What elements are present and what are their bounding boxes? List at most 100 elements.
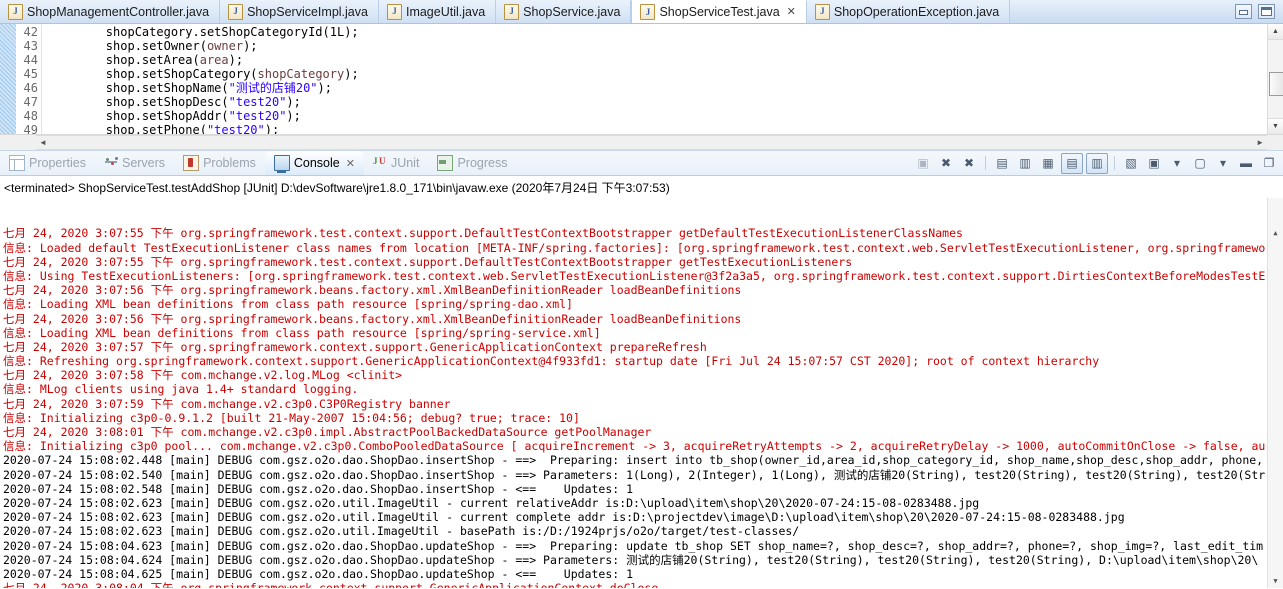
pin-console-icon-glyph: ▧ — [1125, 156, 1137, 170]
console-line-err: 信息: Refreshing org.springframework.conte… — [3, 354, 1100, 369]
scroll-left-icon[interactable]: ◄ — [39, 138, 47, 147]
code-token-plain: ); — [264, 123, 280, 134]
display-selected-console-dropdown-icon[interactable]: ▾ — [1167, 154, 1187, 173]
console-scroll-down-icon[interactable]: ▼ — [1268, 574, 1283, 588]
remove-all-terminated-icon-glyph: ✖ — [963, 156, 975, 170]
view-tab-servers[interactable]: Servers — [95, 151, 174, 175]
view-tab-bar: Properties Servers Problems Console ✕ JUnit Pr… — [0, 150, 1283, 176]
scroll-up-icon[interactable]: ▲ — [1268, 24, 1283, 40]
minimize-view-icon[interactable]: ▬ — [1236, 154, 1256, 173]
code-editor[interactable]: 42 43 44 45 46 47 48 49 shopCategory.setShopCat… — [0, 24, 1283, 134]
console-scroll-up-icon[interactable]: ▲ — [1268, 226, 1283, 240]
console-line-err: 信息: Loading XML bean definitions from cl… — [3, 297, 573, 312]
source-code-text[interactable]: shopCategory.setShopCategoryId(1L); shop… — [42, 24, 1283, 134]
scroll-lock-icon-glyph: ▥ — [1019, 156, 1031, 170]
editor-scroll-thumb[interactable] — [1269, 72, 1283, 96]
console-line-err: 七月 24, 2020 3:07:57 下午 org.springframewo… — [3, 339, 707, 354]
view-tab-close-icon[interactable]: ✕ — [346, 157, 355, 170]
show-console-on-error-icon[interactable]: ▥ — [1086, 152, 1108, 174]
console-line-err: 七月 24, 2020 3:07:55 下午 org.springframewo… — [3, 226, 963, 241]
editor-tab-label: ShopServiceImpl.java — [247, 4, 368, 19]
word-wrap-icon[interactable]: ▦ — [1038, 154, 1058, 173]
editor-tab-label: ShopOperationException.java — [833, 4, 1000, 19]
editor-tab-close-icon[interactable]: ✕ — [787, 6, 796, 18]
java-file-icon: J — [386, 3, 402, 20]
editor-tab-shopserviceimpl[interactable]: J ShopServiceImpl.java — [220, 0, 379, 23]
editor-tab-shopmanagementcontroller[interactable]: J ShopManagementController.java — [0, 0, 221, 23]
code-line[interactable]: shop.setArea(area); — [48, 53, 1283, 67]
minimize-view-icon-glyph: ▬ — [1240, 156, 1252, 170]
line-number: 48 — [23, 109, 38, 123]
code-token-plain: ); — [344, 67, 359, 81]
folding-strip — [0, 24, 16, 134]
maximize-view-icon[interactable]: ❐ — [1259, 154, 1279, 173]
word-wrap-icon-glyph: ▦ — [1042, 156, 1054, 170]
view-tab-progress[interactable]: Progress — [428, 151, 516, 175]
line-number: 43 — [23, 39, 38, 53]
properties-icon — [9, 155, 25, 171]
open-console-icon[interactable]: ▢ — [1190, 154, 1210, 173]
code-token-param: area — [199, 53, 229, 67]
view-tab-properties[interactable]: Properties — [0, 151, 95, 175]
maximize-icon[interactable] — [1258, 4, 1275, 19]
view-tab-label: JUnit — [390, 156, 420, 170]
remove-launch-icon[interactable]: ✖ — [936, 154, 956, 173]
view-tab-junit[interactable]: JUnit — [364, 151, 428, 175]
console-line-err: 七月 24, 2020 3:07:58 下午 com.mchange.v2.lo… — [3, 368, 403, 383]
code-line[interactable]: shopCategory.setShopCategoryId(1L); — [48, 25, 1283, 39]
editor-tab-imageutil[interactable]: J ImageUtil.java — [378, 0, 497, 23]
pin-console-icon[interactable]: ▧ — [1121, 154, 1141, 173]
view-tab-label: Properties — [29, 156, 86, 170]
line-number-gutter: 42 43 44 45 46 47 48 49 — [16, 24, 42, 134]
junit-icon — [373, 156, 387, 170]
console-line-err: 七月 24, 2020 3:07:59 下午 com.mchange.v2.c3… — [3, 396, 451, 411]
view-tab-label: Problems — [203, 156, 256, 170]
display-selected-console-icon[interactable]: ▣ — [1144, 154, 1164, 173]
code-line[interactable]: shop.setOwner(owner); — [48, 39, 1283, 53]
open-console-dropdown-icon-glyph: ▾ — [1219, 156, 1227, 170]
progress-icon — [437, 155, 454, 171]
console-line-err: 信息: Using TestExecutionListeners: [org.s… — [3, 268, 1266, 283]
code-token-plain: shop.setArea( — [48, 53, 200, 67]
view-tab-problems[interactable]: Problems — [174, 151, 265, 175]
view-tab-console[interactable]: Console ✕ — [264, 151, 364, 175]
editor-tab-label: ShopManagementController.java — [27, 4, 210, 19]
code-line[interactable]: shop.setShopCategory(shopCategory); — [48, 67, 1283, 81]
view-tab-label: Servers — [121, 156, 166, 170]
open-console-icon-glyph: ▢ — [1194, 156, 1206, 170]
view-tab-label: Progress — [457, 156, 508, 170]
scroll-down-icon[interactable]: ▼ — [1268, 118, 1283, 134]
scroll-lock-icon[interactable]: ▥ — [1015, 154, 1035, 173]
java-file-icon: J — [640, 4, 656, 20]
console-launch-header: <terminated> ShopServiceTest.testAddShop… — [0, 176, 1283, 198]
clear-console-icon[interactable]: ▤ — [992, 154, 1012, 173]
line-number: 49 — [23, 123, 38, 134]
display-selected-console-icon-glyph: ▣ — [1148, 156, 1160, 170]
console-output[interactable]: 七月 24, 2020 3:07:55 下午 org.springframewo… — [0, 198, 1283, 588]
code-line[interactable]: shop.setShopDesc("test20"); — [48, 95, 1283, 109]
code-line[interactable]: shop.setPhone("test20"); — [48, 123, 1283, 134]
console-line-err: 信息: MLog clients using java 1.4+ standar… — [3, 382, 359, 397]
editor-tab-shopservicetest[interactable]: J ShopServiceTest.java ✕ — [631, 0, 807, 23]
hscroll-track[interactable]: ◄ ► — [36, 135, 1267, 150]
editor-tab-shopservice[interactable]: J ShopService.java — [496, 0, 632, 23]
editor-horizontal-scrollbar[interactable]: ◄ ► — [0, 134, 1283, 150]
code-token-plain: shop.setOwner( — [48, 39, 207, 53]
code-token-plain: shop.setShopDesc( — [48, 95, 229, 109]
console-toolbar: ▣ ✖ ✖ ▤ ▥ ▦ ▤ ▥ ▧ ▣ ▾ ▢ ▾ ▬ ❐ — [913, 152, 1283, 174]
scroll-right-icon[interactable]: ► — [1256, 138, 1264, 147]
console-vertical-scrollbar[interactable]: ▲ ▼ — [1267, 198, 1283, 588]
scroll-corner — [1267, 135, 1283, 150]
editor-tab-shopoperationexception[interactable]: J ShopOperationException.java — [806, 0, 1011, 23]
open-console-dropdown-icon[interactable]: ▾ — [1213, 154, 1233, 173]
code-line[interactable]: shop.setShopName("测试的店铺20"); — [48, 81, 1283, 95]
editor-vertical-scrollbar[interactable]: ▲ ▼ — [1267, 24, 1283, 134]
show-console-on-output-icon[interactable]: ▤ — [1061, 152, 1083, 174]
console-line-out: 2020-07-24 15:08:02.448 [main] DEBUG com… — [3, 453, 1264, 468]
editor-tab-label: ImageUtil.java — [405, 4, 486, 19]
remove-all-terminated-icon[interactable]: ✖ — [959, 154, 979, 173]
minimize-icon[interactable] — [1235, 4, 1252, 19]
console-icon — [273, 155, 290, 173]
code-line[interactable]: shop.setShopAddr("test20"); — [48, 109, 1283, 123]
separator-1 — [985, 156, 986, 170]
